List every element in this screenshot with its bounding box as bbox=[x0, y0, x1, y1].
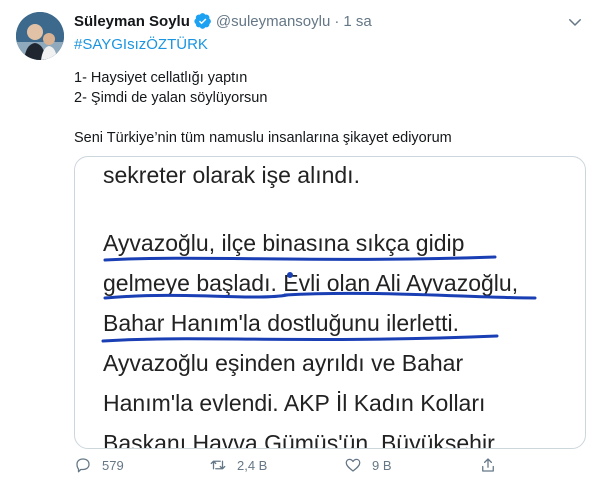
image-text-line: Ayvazoğlu, ilçe binasına sıkça gidip bbox=[103, 230, 464, 256]
reply-button[interactable]: 579 bbox=[74, 455, 209, 475]
image-text-line: sekreter olarak işe alındı. bbox=[103, 162, 360, 188]
author-handle[interactable]: @suleymansoylu bbox=[216, 13, 330, 30]
image-text-line: Ayvazoğlu eşinden ayrıldı ve Bahar bbox=[103, 350, 463, 376]
image-text-line: Başkanı Havva Gümüş'ün, Büyükşehir bbox=[103, 430, 495, 448]
tweet-header: Süleyman Soylu @suleymansoylu · 1 sa bbox=[74, 10, 584, 32]
timestamp[interactable]: 1 sa bbox=[343, 13, 371, 30]
reply-count: 579 bbox=[102, 457, 124, 473]
image-text-line: Hanım'la evlendi. AKP İl Kadın Kolları bbox=[103, 390, 485, 416]
like-count: 9 B bbox=[372, 457, 392, 473]
verified-badge-icon bbox=[194, 13, 211, 29]
tweet-text-line: 1- Haysiyet cellatlığı yaptın bbox=[74, 70, 248, 86]
share-icon bbox=[482, 458, 494, 472]
tweet[interactable]: Süleyman Soylu @suleymansoylu · 1 sa #SA… bbox=[0, 0, 597, 483]
retweet-icon bbox=[210, 460, 226, 470]
reply-icon bbox=[76, 458, 90, 473]
tweet-text-line: Seni Türkiye’nin tüm namuslu insanlarına… bbox=[74, 130, 452, 146]
hashtag-link[interactable]: #SAYGIsızÖZTÜRK bbox=[74, 34, 584, 56]
author-name[interactable]: Süleyman Soylu bbox=[74, 13, 190, 30]
retweet-button[interactable]: 2,4 B bbox=[209, 455, 344, 475]
separator-dot: · bbox=[334, 12, 340, 30]
tweet-text-line: 2- Şimdi de yalan söylüyorsun bbox=[74, 90, 268, 106]
tweet-actions: 579 2,4 B 9 B bbox=[74, 455, 524, 475]
attached-image[interactable]: sekreter olarak işe alındı. Ayvazoğlu, i… bbox=[74, 156, 586, 449]
image-text-line: Bahar Hanım'la dostluğunu ilerletti. bbox=[103, 310, 459, 336]
share-button[interactable] bbox=[479, 455, 519, 475]
like-button[interactable]: 9 B bbox=[344, 455, 479, 475]
retweet-count: 2,4 B bbox=[237, 457, 268, 473]
heart-icon bbox=[345, 458, 361, 472]
tweet-text: 1- Haysiyet cellatlığı yaptın 2- Şimdi d… bbox=[74, 68, 584, 148]
avatar[interactable] bbox=[16, 12, 64, 60]
image-text-line: gelmeye başladı. Evli olan Ali Ayvazoğlu… bbox=[103, 270, 518, 296]
chevron-down-icon[interactable] bbox=[566, 13, 584, 31]
tweet-content: Süleyman Soylu @suleymansoylu · 1 sa #SA… bbox=[74, 10, 584, 148]
